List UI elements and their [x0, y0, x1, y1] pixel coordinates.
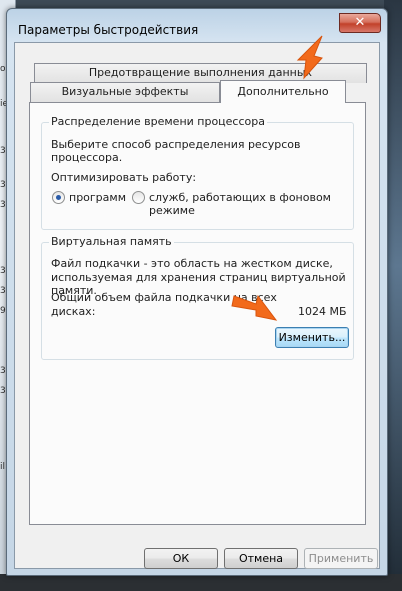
ok-button[interactable]: ОК — [144, 548, 218, 569]
background-desktop-bottom — [0, 574, 402, 591]
group-title: Виртуальная память — [49, 235, 174, 248]
tab-panel-advanced: Распределение времени процессора Выберит… — [29, 102, 366, 525]
annotation-arrow-icon — [231, 294, 278, 321]
cpu-description: Выберите способ распределения ресурсов п… — [51, 138, 301, 164]
tab-visual-effects[interactable]: Визуальные эффекты — [30, 82, 220, 102]
cancel-button[interactable]: Отмена — [224, 548, 298, 569]
background-services-radio[interactable] — [132, 191, 145, 204]
optimize-label: Оптимизировать работу: — [51, 171, 197, 184]
annotation-arrow-icon — [296, 35, 323, 80]
group-title: Распределение времени процессора — [49, 115, 267, 128]
annotation-arrow-shape — [296, 35, 323, 80]
processor-scheduling-group: Распределение времени процессора Выберит… — [41, 115, 354, 230]
annotation-arrow-shape — [231, 294, 278, 321]
programs-radio[interactable] — [52, 191, 65, 204]
performance-options-dialog: Параметры быстродействия ✕ Предотвращени… — [6, 8, 388, 576]
programs-radio-label[interactable]: программ — [69, 191, 126, 204]
tab-advanced[interactable]: Дополнительно — [220, 80, 346, 103]
virtual-memory-group: Виртуальная память Файл подкачки - это о… — [41, 235, 354, 360]
title-bar[interactable]: Параметры быстродействия ✕ — [7, 9, 387, 37]
vm-description-line1: Файл подкачки - это область на жестком д… — [51, 257, 333, 270]
window-title: Параметры быстродействия — [18, 23, 199, 37]
apply-button[interactable]: Применить — [304, 548, 378, 569]
change-button[interactable]: Изменить... — [275, 327, 349, 348]
dialog-client-area: Предотвращение выполнения данных Визуаль… — [14, 42, 380, 569]
close-icon: ✕ — [354, 15, 366, 30]
background-services-radio-label[interactable]: служб, работающих в фоновом режиме — [149, 191, 353, 217]
total-paging-label-line2: дисках: — [51, 305, 96, 318]
close-button[interactable]: ✕ — [339, 13, 381, 33]
total-paging-value: 1024 МБ — [298, 305, 347, 318]
